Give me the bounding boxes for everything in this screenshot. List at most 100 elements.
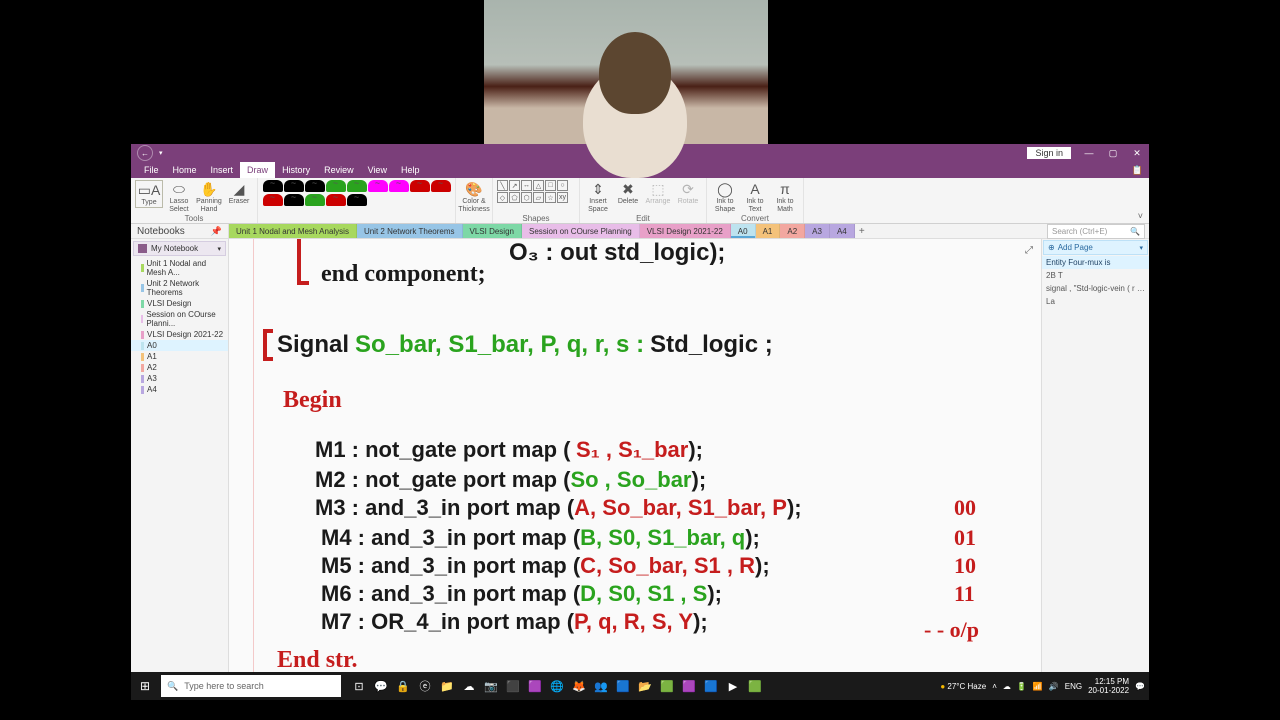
- section-tab[interactable]: VLSI Design 2021-22: [640, 224, 731, 238]
- ink-to-shape[interactable]: ◯Ink to Shape: [711, 180, 739, 214]
- menu-draw[interactable]: Draw: [240, 162, 275, 178]
- section-tab[interactable]: A0: [731, 224, 756, 238]
- rotate-ink[interactable]: ⟳Rotate: [674, 180, 702, 206]
- page-item[interactable]: La: [1042, 295, 1149, 308]
- ink-to-text[interactable]: AInk to Text: [741, 180, 769, 214]
- wifi-icon[interactable]: 📶: [1033, 682, 1043, 691]
- notifications-icon[interactable]: 💬: [1135, 682, 1145, 691]
- menu-view[interactable]: View: [361, 162, 394, 178]
- menu-home[interactable]: Home: [166, 162, 204, 178]
- taskbar-search[interactable]: 🔍 Type here to search: [161, 675, 341, 697]
- app-icon[interactable]: ☁: [461, 678, 477, 694]
- pen-swatch[interactable]: [410, 180, 430, 192]
- delete-ink[interactable]: ✖Delete: [614, 180, 642, 206]
- app-icon[interactable]: 🟦: [615, 678, 631, 694]
- insert-space[interactable]: ⇕Insert Space: [584, 180, 612, 214]
- section-tab[interactable]: VLSI Design: [463, 224, 522, 238]
- tray-icon[interactable]: ☁: [1003, 682, 1011, 691]
- minimize-button[interactable]: —: [1077, 144, 1101, 162]
- section-tab[interactable]: Unit 2 Network Theorems: [357, 224, 463, 238]
- language-indicator[interactable]: ENG: [1065, 682, 1082, 691]
- notebooks-header[interactable]: Notebooks📌: [131, 224, 229, 238]
- app-icon[interactable]: 🟩: [659, 678, 675, 694]
- page-item[interactable]: 2B T: [1042, 269, 1149, 282]
- menu-file[interactable]: File: [137, 162, 166, 178]
- pen-swatch[interactable]: [284, 180, 304, 192]
- firefox-icon[interactable]: 🦊: [571, 678, 587, 694]
- page-item[interactable]: Entity Four-mux is: [1042, 256, 1149, 269]
- start-button[interactable]: ⊞: [131, 672, 159, 700]
- menu-review[interactable]: Review: [317, 162, 361, 178]
- section-tab[interactable]: Session on COurse Planning: [522, 224, 640, 238]
- ink-to-math[interactable]: πInk to Math: [771, 180, 799, 214]
- tree-item[interactable]: A1: [131, 351, 228, 362]
- tool-eraser[interactable]: ◢Eraser: [225, 180, 253, 206]
- tree-item[interactable]: Unit 1 Nodal and Mesh A...: [131, 258, 228, 278]
- pen-swatch[interactable]: [431, 180, 451, 192]
- menu-history[interactable]: History: [275, 162, 317, 178]
- color-thickness[interactable]: 🎨Color & Thickness: [460, 180, 488, 214]
- share-icon[interactable]: 📋: [1132, 165, 1149, 176]
- pen-swatch[interactable]: [368, 180, 388, 192]
- page-item[interactable]: signal , "Std-logic-vein ( r docent 0: [1042, 282, 1149, 295]
- expand-icon[interactable]: ⤢: [1025, 245, 1033, 256]
- search-input[interactable]: Search (Ctrl+E)🔍: [1047, 224, 1145, 239]
- arrange-ink[interactable]: ⬚Arrange: [644, 180, 672, 206]
- pen-swatch[interactable]: [326, 194, 346, 206]
- app-icon[interactable]: ▶: [725, 678, 741, 694]
- pen-swatch[interactable]: [305, 180, 325, 192]
- onenote-icon[interactable]: 🟪: [681, 678, 697, 694]
- app-icon[interactable]: 💬: [373, 678, 389, 694]
- notebook-selector[interactable]: My Notebook ▾: [133, 241, 226, 256]
- tree-item[interactable]: VLSI Design 2021-22: [131, 329, 228, 340]
- pen-swatch[interactable]: [284, 194, 304, 206]
- tool-lasso[interactable]: ⬭Lasso Select: [165, 180, 193, 214]
- section-tab[interactable]: A3: [805, 224, 830, 238]
- clock[interactable]: 12:15 PM 20-01-2022: [1088, 677, 1129, 695]
- back-button[interactable]: ←: [137, 145, 153, 161]
- weather-widget[interactable]: ● 27°C Haze: [940, 682, 986, 691]
- menu-help[interactable]: Help: [394, 162, 427, 178]
- chrome-icon[interactable]: 🌐: [549, 678, 565, 694]
- app-icon[interactable]: 🟪: [527, 678, 543, 694]
- task-view-icon[interactable]: ⊡: [351, 678, 367, 694]
- ribbon-collapse[interactable]: ˅: [1138, 211, 1143, 221]
- shapes-gallery[interactable]: ╲↗↔△□○ ◇⬠⬡▱☆xy: [497, 180, 575, 203]
- tool-panning[interactable]: ✋Panning Hand: [195, 180, 223, 214]
- section-tab[interactable]: A2: [780, 224, 805, 238]
- signin-button[interactable]: Sign in: [1027, 147, 1071, 159]
- app-icon[interactable]: 📷: [483, 678, 499, 694]
- add-page-button[interactable]: ⊕ Add Page ▾: [1043, 240, 1148, 255]
- pen-swatch[interactable]: [326, 180, 346, 192]
- pen-swatch[interactable]: [305, 194, 325, 206]
- close-button[interactable]: ✕: [1125, 144, 1149, 162]
- add-section-tab[interactable]: +: [855, 224, 869, 238]
- app-icon[interactable]: 📁: [439, 678, 455, 694]
- maximize-button[interactable]: ▢: [1101, 144, 1125, 162]
- excel-icon[interactable]: 🟩: [747, 678, 763, 694]
- section-tab[interactable]: A4: [830, 224, 855, 238]
- app-icon[interactable]: ⬛: [505, 678, 521, 694]
- teams-icon[interactable]: 👥: [593, 678, 609, 694]
- app-icon[interactable]: ⓔ: [417, 678, 433, 694]
- pen-swatch[interactable]: [347, 194, 367, 206]
- tray-chevron-icon[interactable]: ˄: [992, 682, 997, 691]
- tree-item[interactable]: A3: [131, 373, 228, 384]
- note-canvas[interactable]: ⤢ O₃ : out std_logic); end component; Si…: [229, 239, 1041, 700]
- explorer-icon[interactable]: 📂: [637, 678, 653, 694]
- app-icon[interactable]: 🔒: [395, 678, 411, 694]
- volume-icon[interactable]: 🔊: [1049, 682, 1059, 691]
- tray-icon[interactable]: 🔋: [1017, 682, 1027, 691]
- word-icon[interactable]: 🟦: [703, 678, 719, 694]
- tree-item[interactable]: A2: [131, 362, 228, 373]
- pen-swatch[interactable]: [389, 180, 409, 192]
- tree-item[interactable]: A4: [131, 384, 228, 395]
- pen-swatch[interactable]: [263, 180, 283, 192]
- qat-arrow-icon[interactable]: ▾: [159, 149, 163, 157]
- pen-swatch[interactable]: [263, 194, 283, 206]
- chevron-down-icon[interactable]: ▾: [1139, 244, 1143, 252]
- pin-icon[interactable]: 📌: [211, 226, 222, 237]
- tool-type[interactable]: ▭AType: [135, 180, 163, 208]
- tree-item[interactable]: Unit 2 Network Theorems: [131, 278, 228, 298]
- pen-swatch[interactable]: [347, 180, 367, 192]
